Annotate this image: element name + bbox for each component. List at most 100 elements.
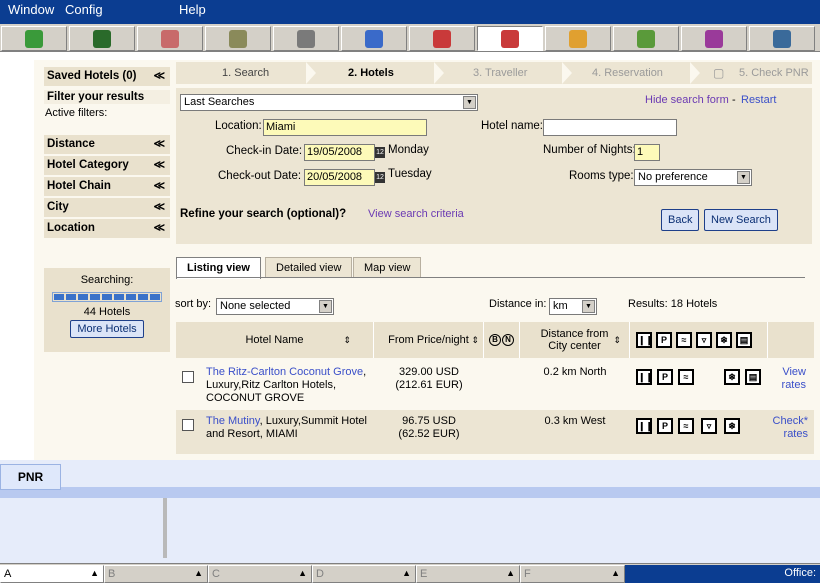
nights-input[interactable]: 1 (634, 144, 660, 161)
toolbar-button-document[interactable] (749, 26, 815, 51)
searching-label: Searching: (80, 274, 134, 286)
filter-label: City (47, 201, 69, 213)
toolbar-button-flight[interactable] (205, 26, 271, 51)
triangle-up-icon: ▲ (611, 568, 620, 578)
toolbar-button-money[interactable] (613, 26, 679, 51)
check-rates-link[interactable]: Check* rates (768, 415, 808, 441)
filter-hotel-category[interactable]: Hotel Category ≪ (44, 156, 170, 175)
rooms-type-select[interactable]: No preference ▼ (634, 169, 752, 186)
sort-select[interactable]: None selected ▼ (216, 298, 334, 315)
col-price[interactable]: From Price/night ⇕ (374, 322, 484, 358)
toolbar (0, 24, 820, 52)
last-searches-select[interactable]: Last Searches ▼ (180, 94, 478, 111)
status-cell-c[interactable]: C ▲ (208, 565, 312, 583)
saved-hotels-header[interactable]: Saved Hotels (0) ≪ (44, 67, 170, 86)
bar-icon: ▿ (696, 332, 712, 348)
restaurant-icon: ❙❙ (636, 332, 653, 348)
price-cell: 96.75 USD (62.52 EUR) (374, 415, 484, 441)
status-cell-b[interactable]: B ▲ (104, 565, 208, 583)
chevron-down-icon: ≪ (153, 222, 165, 234)
price-eur: (212.61 EUR) (395, 379, 463, 391)
triangle-up-icon: ▲ (90, 568, 99, 578)
document-icon (773, 29, 791, 48)
hotel-name-link[interactable]: The Mutiny (206, 415, 260, 427)
toolbar-button-ticket[interactable] (681, 26, 747, 51)
toolbar-button-hotel-plus[interactable] (477, 26, 543, 51)
checkout-label: Check-out Date: (218, 170, 302, 182)
distance-unit-select[interactable]: km ▼ (549, 298, 597, 315)
link-separator: - (732, 94, 736, 106)
checkin-input[interactable]: 19/05/2008 (304, 144, 375, 161)
tab-pnr[interactable]: PNR (0, 464, 61, 490)
toolbar-button-terminal[interactable] (69, 26, 135, 51)
toolbar-button-umbrella[interactable] (545, 26, 611, 51)
parking-icon: P (656, 332, 672, 348)
menu-window[interactable]: Window (8, 2, 54, 17)
back-button[interactable]: Back (661, 209, 700, 231)
menu-config[interactable]: Config (65, 2, 103, 17)
sort-icon[interactable]: ⇕ (613, 335, 621, 346)
money-icon (637, 29, 655, 48)
air-icon (297, 29, 315, 48)
row-checkbox[interactable] (182, 371, 194, 383)
location-input[interactable]: Miami (263, 119, 427, 136)
pool-icon: ≈ (678, 418, 694, 434)
nights-label: Number of Nights: (543, 144, 636, 156)
sort-icon[interactable]: ⇕ (343, 335, 351, 346)
hotel-count: 44 Hotels (83, 306, 131, 318)
col-distance[interactable]: Distance from City center ⇕ (520, 322, 630, 358)
toolbar-button-car[interactable] (341, 26, 407, 51)
sort-label: sort by: (175, 298, 212, 310)
table-row: The Mutiny, Luxury,Summit Hotel and Reso… (176, 410, 814, 454)
col-distance-label: Distance from City center (540, 328, 609, 352)
row-checkbox[interactable] (182, 419, 194, 431)
filter-city[interactable]: City ≪ (44, 198, 170, 217)
new-search-button[interactable]: New Search (704, 209, 778, 231)
filter-location[interactable]: Location ≪ (44, 219, 170, 238)
toolbar-button-hotel[interactable] (409, 26, 475, 51)
ticket-icon (705, 29, 723, 48)
sort-icon[interactable]: ⇕ (471, 335, 479, 346)
filter-hotel-chain[interactable]: Hotel Chain ≪ (44, 177, 170, 196)
calendar-icon[interactable]: 12 (375, 172, 385, 183)
hotel-name-link[interactable]: The Ritz-Carlton Coconut Grove (206, 366, 363, 378)
chevron-down-icon: ≪ (153, 159, 165, 171)
tab-map-view[interactable]: Map view (353, 257, 422, 277)
air-conditioning-icon: ❄ (724, 369, 740, 385)
tab-detailed-view[interactable]: Detailed view (265, 257, 353, 277)
chevron-down-icon[interactable]: ≪ (153, 69, 165, 82)
view-rates-link[interactable]: View rates (768, 366, 806, 392)
distance-unit-value: km (553, 300, 568, 312)
status-cell-d[interactable]: D ▲ (312, 565, 416, 583)
chevron-down-icon: ≪ (153, 180, 165, 192)
tab-listing-view[interactable]: Listing view (176, 257, 261, 279)
chevron-down-icon: ▼ (582, 300, 595, 313)
menu-help[interactable]: Help (179, 2, 206, 17)
toolbar-button-air[interactable] (273, 26, 339, 51)
filter-distance[interactable]: Distance ≪ (44, 135, 170, 154)
checkout-day: Tuesday (388, 168, 432, 180)
toolbar-button-customer[interactable] (137, 26, 203, 51)
filter-label: Hotel Chain (47, 180, 111, 192)
status-cell-a[interactable]: A ▲ (0, 565, 104, 583)
step-search[interactable]: 1. Search (222, 67, 269, 79)
step-hotels: 2. Hotels (348, 67, 394, 79)
restart-link[interactable]: Restart (741, 94, 776, 106)
hotel-name-input[interactable] (543, 119, 677, 136)
hide-search-form-link[interactable]: Hide search form (645, 94, 729, 106)
pool-icon: ≈ (678, 369, 694, 385)
hotel-info: The Mutiny, Luxury,Summit Hotel and Reso… (206, 415, 371, 441)
status-cell-f[interactable]: F ▲ (520, 565, 625, 583)
checkout-input[interactable]: 20/05/2008 (304, 169, 375, 186)
col-hotel-name[interactable]: Hotel Name ⇕ (176, 322, 374, 358)
more-hotels-button[interactable]: More Hotels (70, 320, 144, 338)
checkin-label: Check-in Date: (226, 145, 303, 157)
tv-icon: ▤ (736, 332, 752, 348)
step-separator (690, 62, 700, 84)
view-search-criteria-link[interactable]: View search criteria (368, 208, 464, 220)
calendar-icon[interactable]: 12 (375, 147, 385, 158)
pnr-splitter[interactable] (163, 498, 167, 558)
toolbar-button-module[interactable] (1, 26, 67, 51)
bar-icon: ▿ (701, 418, 717, 434)
status-cell-e[interactable]: E ▲ (416, 565, 520, 583)
